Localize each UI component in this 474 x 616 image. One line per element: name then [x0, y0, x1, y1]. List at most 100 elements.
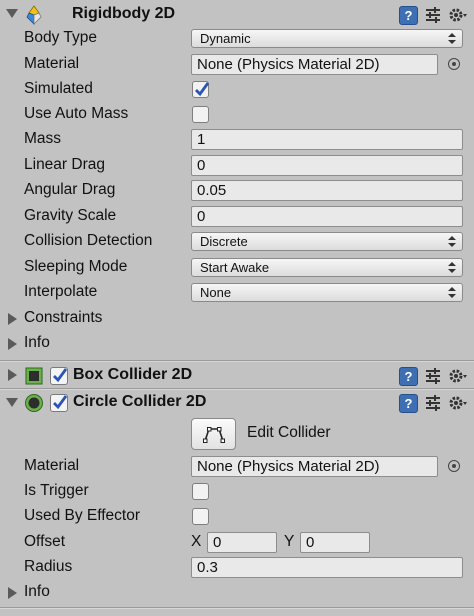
rb-material-field[interactable]: None (Physics Material 2D)	[191, 54, 438, 75]
foldout-collapsed-icon[interactable]	[8, 338, 17, 350]
edit-collider-button[interactable]	[191, 418, 236, 450]
rb-info-foldout[interactable]: Info	[0, 331, 474, 356]
dropdown-arrows-icon	[448, 236, 456, 247]
foldout-collapsed-icon[interactable]	[8, 369, 17, 381]
edit-collider-label: Edit Collider	[247, 424, 331, 441]
mass-field[interactable]: 1	[191, 129, 463, 150]
radius-label: Radius	[24, 558, 73, 575]
offset-row: Offset X 0 Y 0	[0, 530, 474, 555]
collision-detection-dropdown[interactable]: Discrete	[191, 232, 463, 251]
linear-drag-field[interactable]: 0	[191, 155, 463, 176]
constraints-label: Constraints	[24, 309, 103, 326]
used-by-effector-row: Used By Effector	[0, 504, 474, 529]
interpolate-dropdown[interactable]: None	[191, 283, 463, 302]
used-by-effector-checkbox[interactable]	[192, 508, 209, 525]
inspector-panel: Rigidbody 2D ? Body Type Dynamic Materia…	[0, 0, 474, 616]
collision-detection-row: Collision Detection Discrete	[0, 229, 474, 254]
box-collider-title: Box Collider 2D	[73, 366, 193, 383]
angular-drag-field[interactable]: 0.05	[191, 180, 463, 201]
presets-icon[interactable]	[423, 393, 443, 413]
use-auto-mass-label: Use Auto Mass	[24, 105, 129, 122]
foldout-expanded-icon[interactable]	[6, 398, 18, 407]
rigidbody2d-component-icon	[26, 5, 42, 25]
gravity-scale-field[interactable]: 0	[191, 206, 463, 227]
mass-label: Mass	[24, 130, 62, 147]
dropdown-arrows-icon	[448, 33, 456, 44]
box-collider2d-header[interactable]: Box Collider 2D ?	[0, 363, 474, 389]
body-type-value: Dynamic	[200, 31, 251, 46]
circle-collider-title: Circle Collider 2D	[73, 393, 207, 410]
foldout-collapsed-icon[interactable]	[8, 587, 17, 599]
simulated-checkbox[interactable]	[192, 81, 210, 98]
simulated-row: Simulated	[0, 77, 474, 102]
body-type-dropdown[interactable]: Dynamic	[191, 29, 463, 48]
sleeping-mode-value: Start Awake	[200, 260, 270, 275]
is-trigger-label: Is Trigger	[24, 482, 89, 499]
rb-info-label: Info	[24, 334, 50, 351]
angular-drag-label: Angular Drag	[24, 181, 116, 198]
interpolate-value: None	[200, 285, 232, 300]
checkmark-icon	[53, 395, 68, 410]
cc-material-row: Material None (Physics Material 2D)	[0, 454, 474, 479]
object-picker-icon[interactable]	[448, 460, 460, 472]
body-type-row: Body Type Dynamic	[0, 26, 474, 51]
offset-x-field[interactable]: 0	[207, 532, 277, 553]
component-divider-highlight	[0, 361, 474, 362]
gear-icon[interactable]	[448, 5, 468, 25]
cc-material-field[interactable]: None (Physics Material 2D)	[191, 456, 438, 477]
presets-icon[interactable]	[423, 366, 443, 386]
dropdown-arrows-icon	[448, 262, 456, 273]
gear-icon[interactable]	[448, 393, 468, 413]
sleeping-mode-label: Sleeping Mode	[24, 258, 128, 275]
is-trigger-row: Is Trigger	[0, 479, 474, 504]
circle-collider-enabled-checkbox[interactable]	[50, 394, 68, 412]
cc-info-foldout[interactable]: Info	[0, 580, 474, 605]
is-trigger-checkbox[interactable]	[192, 483, 209, 500]
gear-icon[interactable]	[448, 366, 468, 386]
offset-y-label: Y	[284, 533, 295, 550]
angular-drag-row: Angular Drag 0.05	[0, 178, 474, 203]
rigidbody2d-header-tools: ?	[399, 5, 468, 25]
linear-drag-row: Linear Drag 0	[0, 153, 474, 178]
foldout-expanded-icon[interactable]	[6, 9, 18, 18]
cc-material-label: Material	[24, 457, 80, 474]
sleeping-mode-dropdown[interactable]: Start Awake	[191, 258, 463, 277]
help-icon[interactable]: ?	[399, 5, 418, 25]
checkmark-icon	[53, 368, 68, 383]
circle-collider-header-tools: ?	[399, 393, 468, 413]
simulated-label: Simulated	[24, 80, 93, 97]
circle-collider2d-header[interactable]: Circle Collider 2D ?	[0, 390, 474, 416]
checkmark-icon	[195, 82, 210, 97]
presets-icon[interactable]	[423, 5, 443, 25]
offset-y-field[interactable]: 0	[300, 532, 370, 553]
rigidbody2d-header[interactable]: Rigidbody 2D ?	[0, 2, 474, 28]
box-collider-header-tools: ?	[399, 366, 468, 386]
use-auto-mass-row: Use Auto Mass	[0, 102, 474, 127]
cc-info-label: Info	[24, 583, 50, 600]
box-collider-icon	[25, 367, 43, 385]
dropdown-arrows-icon	[448, 287, 456, 298]
rigidbody2d-title: Rigidbody 2D	[72, 5, 176, 22]
offset-x-label: X	[191, 533, 202, 550]
mass-row: Mass 1	[0, 127, 474, 152]
use-auto-mass-checkbox[interactable]	[192, 106, 209, 123]
interpolate-label: Interpolate	[24, 283, 98, 300]
edit-shape-icon	[203, 427, 225, 443]
interpolate-row: Interpolate None	[0, 280, 474, 305]
body-type-label: Body Type	[24, 29, 97, 46]
constraints-foldout[interactable]: Constraints	[0, 306, 474, 331]
box-collider-enabled-checkbox[interactable]	[50, 367, 68, 385]
gravity-scale-row: Gravity Scale 0	[0, 204, 474, 229]
radius-row: Radius 0.3	[0, 555, 474, 580]
sleeping-mode-row: Sleeping Mode Start Awake	[0, 255, 474, 280]
object-picker-icon[interactable]	[448, 58, 460, 70]
help-icon[interactable]: ?	[399, 393, 418, 413]
collision-detection-label: Collision Detection	[24, 232, 153, 249]
circle-collider-icon	[25, 394, 43, 412]
radius-field[interactable]: 0.3	[191, 557, 463, 578]
linear-drag-label: Linear Drag	[24, 156, 105, 173]
help-icon[interactable]: ?	[399, 366, 418, 386]
offset-label: Offset	[24, 533, 66, 550]
rb-material-label: Material	[24, 55, 80, 72]
foldout-collapsed-icon[interactable]	[8, 313, 17, 325]
